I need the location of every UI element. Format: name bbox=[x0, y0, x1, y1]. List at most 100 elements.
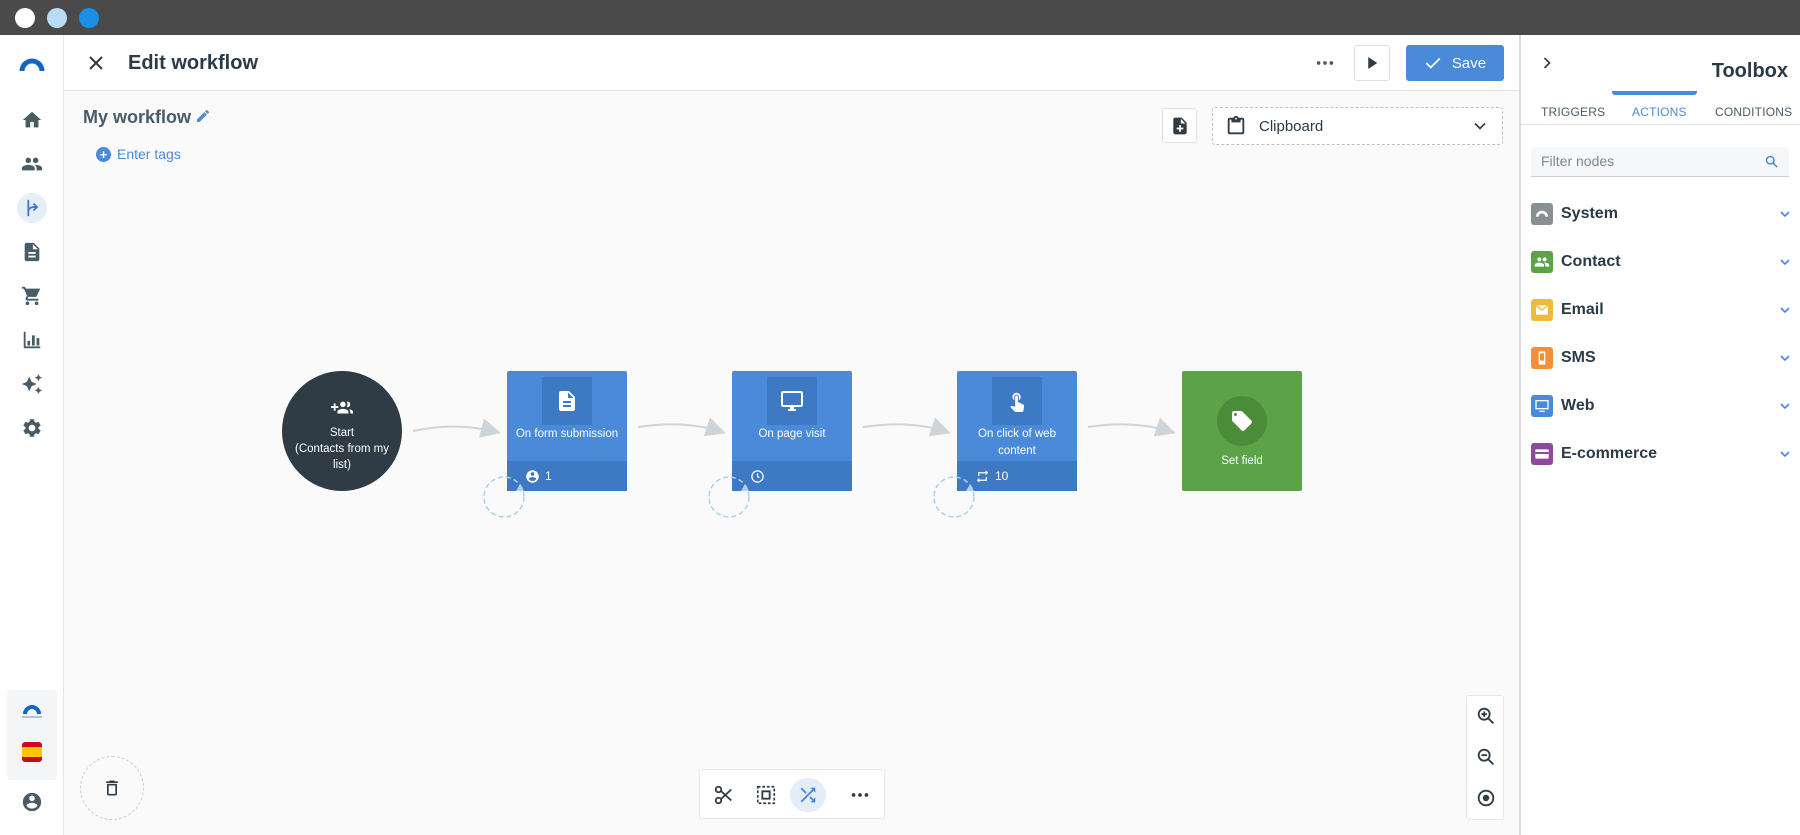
brand-logo-icon[interactable] bbox=[17, 51, 47, 81]
category-ecommerce[interactable]: E-commerce bbox=[1531, 439, 1793, 469]
sparkle-icon[interactable] bbox=[17, 369, 47, 399]
node-click-web-content[interactable]: On click of web content 10 bbox=[957, 371, 1077, 491]
node-title: Set field bbox=[1221, 455, 1263, 467]
chevron-down-icon bbox=[1474, 122, 1486, 130]
category-contact[interactable]: Contact bbox=[1531, 247, 1793, 277]
select-area-icon[interactable] bbox=[748, 778, 784, 812]
run-workflow-button[interactable] bbox=[1354, 45, 1390, 81]
clipboard-label: Clipboard bbox=[1259, 117, 1324, 135]
trash-icon bbox=[106, 780, 118, 796]
node-title: On click of web content bbox=[978, 428, 1056, 457]
toolbox-panel: Toolbox TRIGGERS ACTIONS CONDITIONS Syst… bbox=[1519, 35, 1800, 835]
more-options-icon[interactable] bbox=[1310, 49, 1340, 77]
enter-tags-label: Enter tags bbox=[117, 146, 181, 162]
chevron-down-icon bbox=[1780, 211, 1790, 218]
chevron-down-icon bbox=[1780, 451, 1790, 458]
search-icon[interactable] bbox=[1764, 154, 1779, 169]
filter-nodes-input[interactable] bbox=[1531, 147, 1751, 175]
checkmark-icon bbox=[1425, 57, 1441, 69]
category-label: Web bbox=[1561, 397, 1595, 414]
user-account-icon[interactable] bbox=[17, 787, 47, 817]
start-node-subtitle: (Contacts from my list) bbox=[295, 443, 389, 471]
toolbox-title: Toolbox bbox=[1711, 60, 1788, 82]
document-icon[interactable] bbox=[17, 237, 47, 267]
add-group-icon bbox=[331, 401, 353, 414]
editor-header: Edit workflow Save bbox=[64, 35, 1519, 91]
node-form-submission[interactable]: On form submission 1 bbox=[507, 371, 627, 491]
category-email[interactable]: Email bbox=[1531, 295, 1793, 325]
toolbox-tabs: TRIGGERS ACTIONS CONDITIONS bbox=[1521, 91, 1800, 125]
tag-icon bbox=[1217, 396, 1267, 446]
zoom-out-icon[interactable] bbox=[1474, 745, 1498, 769]
category-web[interactable]: Web bbox=[1531, 391, 1793, 421]
window-chrome bbox=[0, 0, 1800, 35]
collapse-toolbox-icon[interactable] bbox=[1537, 53, 1557, 73]
loop-handle-click[interactable] bbox=[930, 475, 980, 520]
touch-icon bbox=[992, 377, 1042, 425]
window-dot-close[interactable] bbox=[15, 8, 35, 28]
active-tab-indicator bbox=[1612, 91, 1697, 95]
save-button[interactable]: Save bbox=[1406, 45, 1504, 81]
spain-flag-icon[interactable] bbox=[22, 742, 42, 762]
start-node[interactable]: Start (Contacts from my list) bbox=[282, 371, 402, 491]
loop-handle-page[interactable] bbox=[705, 475, 755, 520]
node-page-visit[interactable]: On page visit bbox=[732, 371, 852, 491]
chevron-down-icon bbox=[1780, 259, 1790, 266]
node-set-field[interactable]: Set field bbox=[1182, 371, 1302, 491]
connector-start-form bbox=[412, 418, 501, 438]
contacts-icon[interactable] bbox=[17, 149, 47, 179]
recenter-icon[interactable] bbox=[1474, 786, 1498, 810]
email-icon bbox=[1531, 299, 1553, 321]
edit-name-icon[interactable] bbox=[195, 108, 211, 124]
zoom-in-icon[interactable] bbox=[1474, 704, 1498, 728]
chevron-down-icon bbox=[1780, 403, 1790, 410]
start-node-title: Start bbox=[329, 427, 355, 439]
reports-icon[interactable] bbox=[17, 325, 47, 355]
clipboard-dropdown[interactable]: Clipboard bbox=[1212, 107, 1503, 145]
page-title: Edit workflow bbox=[128, 52, 258, 74]
connector-page-click bbox=[862, 417, 951, 437]
category-label: E-commerce bbox=[1561, 445, 1658, 462]
category-sms[interactable]: SMS bbox=[1531, 343, 1793, 373]
home-icon[interactable] bbox=[17, 105, 47, 135]
zoom-controls bbox=[1466, 695, 1504, 820]
cart-icon[interactable] bbox=[17, 281, 47, 311]
window-dot-maximize[interactable] bbox=[79, 8, 99, 28]
category-label: SMS bbox=[1561, 349, 1596, 366]
system-icon bbox=[1531, 203, 1553, 225]
category-label: System bbox=[1561, 205, 1618, 222]
add-note-button[interactable] bbox=[1162, 108, 1197, 143]
monitor-icon bbox=[767, 377, 817, 425]
delete-drop-zone[interactable] bbox=[80, 756, 144, 820]
node-title: On form submission bbox=[515, 428, 619, 440]
form-icon bbox=[542, 377, 592, 425]
settings-icon[interactable] bbox=[17, 413, 47, 443]
loop-handle-form[interactable] bbox=[480, 475, 530, 520]
canvas-toolbar bbox=[699, 769, 885, 819]
tab-conditions[interactable]: CONDITIONS bbox=[1715, 105, 1792, 119]
shuffle-icon[interactable] bbox=[790, 778, 826, 812]
connector-click-setfield bbox=[1087, 417, 1176, 437]
left-nav bbox=[0, 35, 64, 835]
add-tag-icon: + bbox=[96, 146, 111, 162]
tab-actions[interactable]: ACTIONS bbox=[1632, 105, 1687, 119]
workflow-name: My workflow bbox=[83, 107, 192, 127]
window-dot-minimize[interactable] bbox=[47, 8, 67, 28]
phone-icon bbox=[1531, 347, 1553, 369]
node-title: On page visit bbox=[758, 428, 826, 440]
more-tools-icon[interactable] bbox=[842, 778, 878, 812]
node-badge: 10 bbox=[995, 469, 1009, 483]
category-label: Email bbox=[1561, 301, 1604, 318]
tab-triggers[interactable]: TRIGGERS bbox=[1541, 105, 1605, 119]
save-label: Save bbox=[1451, 54, 1487, 72]
chevron-down-icon bbox=[1780, 307, 1790, 314]
company-logo-icon[interactable] bbox=[20, 702, 44, 720]
credit-card-icon bbox=[1531, 443, 1553, 465]
cut-icon[interactable] bbox=[706, 778, 742, 812]
enter-tags-link[interactable]: + Enter tags bbox=[96, 146, 181, 162]
chevron-down-icon bbox=[1780, 355, 1790, 362]
workflow-icon[interactable] bbox=[17, 193, 47, 223]
connector-form-page bbox=[637, 417, 726, 437]
category-system[interactable]: System bbox=[1531, 199, 1793, 229]
close-icon[interactable] bbox=[84, 51, 108, 75]
